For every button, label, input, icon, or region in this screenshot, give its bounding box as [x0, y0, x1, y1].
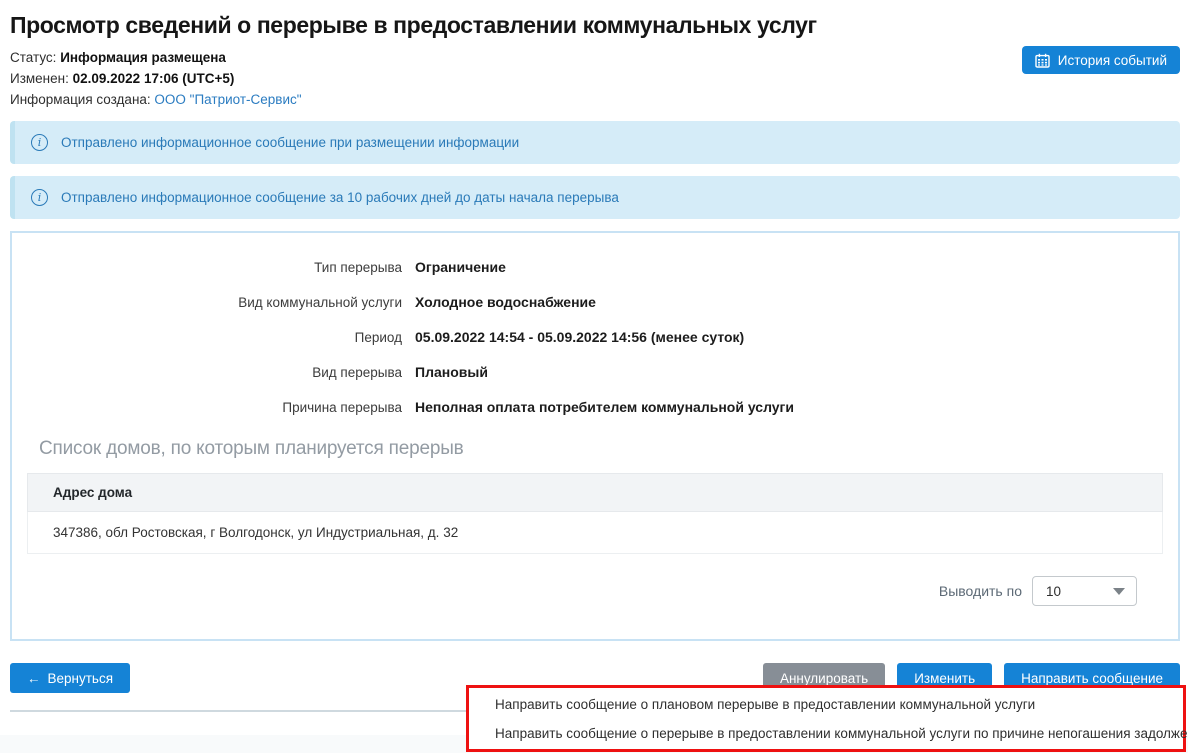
- banner-text: Отправлено информационное сообщение при …: [61, 135, 519, 150]
- info-icon: i: [31, 134, 48, 151]
- back-button[interactable]: ← Вернуться: [10, 663, 130, 693]
- modified-line: Изменен: 02.09.2022 17:06 (UTC+5): [10, 72, 1180, 86]
- field-value: Плановый: [415, 362, 488, 383]
- field-label: Вид коммунальной услуги: [27, 292, 402, 313]
- info-banner: i Отправлено информационное сообщение за…: [10, 176, 1180, 219]
- history-events-label: История событий: [1058, 53, 1167, 68]
- status-value: Информация размещена: [60, 50, 226, 65]
- field-row-interruption-reason: Причина перерыва Неполная оплата потреби…: [27, 397, 1163, 418]
- banners: i Отправлено информационное сообщение пр…: [10, 121, 1180, 219]
- field-row-interruption-type: Тип перерыва Ограничение: [27, 257, 1163, 278]
- menu-item-debt-interruption[interactable]: Направить сообщение о перерыве в предост…: [469, 719, 1183, 748]
- modified-value: 02.09.2022 17:06 (UTC+5): [73, 71, 235, 86]
- column-header-address: Адрес дома: [28, 474, 1163, 512]
- send-message-dropdown: Направить сообщение о плановом перерыве …: [466, 685, 1186, 752]
- house-address-cell: 347386, обл Ростовская, г Волгодонск, ул…: [28, 512, 1163, 554]
- menu-item-planned-interruption[interactable]: Направить сообщение о плановом перерыве …: [469, 690, 1183, 719]
- history-events-button[interactable]: История событий: [1022, 46, 1180, 74]
- page-size-label: Выводить по: [939, 583, 1022, 599]
- field-row-service-kind: Вид коммунальной услуги Холодное водосна…: [27, 292, 1163, 313]
- field-row-interruption-kind: Вид перерыва Плановый: [27, 362, 1163, 383]
- field-value: Неполная оплата потребителем коммунально…: [415, 397, 794, 418]
- calendar-icon: [1035, 53, 1050, 68]
- created-label: Информация создана:: [10, 92, 151, 107]
- banner-text: Отправлено информационное сообщение за 1…: [61, 190, 619, 205]
- arrow-left-icon: ←: [27, 671, 41, 686]
- field-label: Период: [27, 327, 402, 348]
- info-icon: i: [31, 189, 48, 206]
- pager: Выводить по 10: [27, 576, 1163, 606]
- back-button-label: Вернуться: [48, 671, 114, 686]
- field-label: Тип перерыва: [27, 257, 402, 278]
- page: Просмотр сведений о перерыве в предостав…: [0, 0, 1188, 753]
- organization-link[interactable]: ООО "Патриот-Сервис": [154, 92, 301, 107]
- field-value: Ограничение: [415, 257, 506, 278]
- page-size-select[interactable]: 10: [1032, 576, 1137, 606]
- houses-table-header-row: Адрес дома: [28, 474, 1163, 512]
- field-row-period: Период 05.09.2022 14:54 - 05.09.2022 14:…: [27, 327, 1163, 348]
- status-label: Статус:: [10, 50, 56, 65]
- chevron-down-icon: [1113, 588, 1125, 595]
- info-banner: i Отправлено информационное сообщение пр…: [10, 121, 1180, 164]
- status-line: Статус: Информация размещена: [10, 51, 1180, 65]
- houses-table: Адрес дома 347386, обл Ростовская, г Вол…: [27, 473, 1163, 554]
- field-label: Причина перерыва: [27, 397, 402, 418]
- table-row[interactable]: 347386, обл Ростовская, г Волгодонск, ул…: [28, 512, 1163, 554]
- field-label: Вид перерыва: [27, 362, 402, 383]
- field-value: 05.09.2022 14:54 - 05.09.2022 14:56 (мен…: [415, 327, 744, 348]
- page-title: Просмотр сведений о перерыве в предостав…: [10, 12, 1180, 39]
- details-panel: Тип перерыва Ограничение Вид коммунально…: [10, 231, 1180, 641]
- page-size-value: 10: [1046, 584, 1061, 599]
- modified-label: Изменен:: [10, 71, 69, 86]
- houses-section-title: Список домов, по которым планируется пер…: [39, 438, 1163, 460]
- field-value: Холодное водоснабжение: [415, 292, 596, 313]
- created-line: Информация создана: ООО "Патриот-Сервис": [10, 93, 1180, 107]
